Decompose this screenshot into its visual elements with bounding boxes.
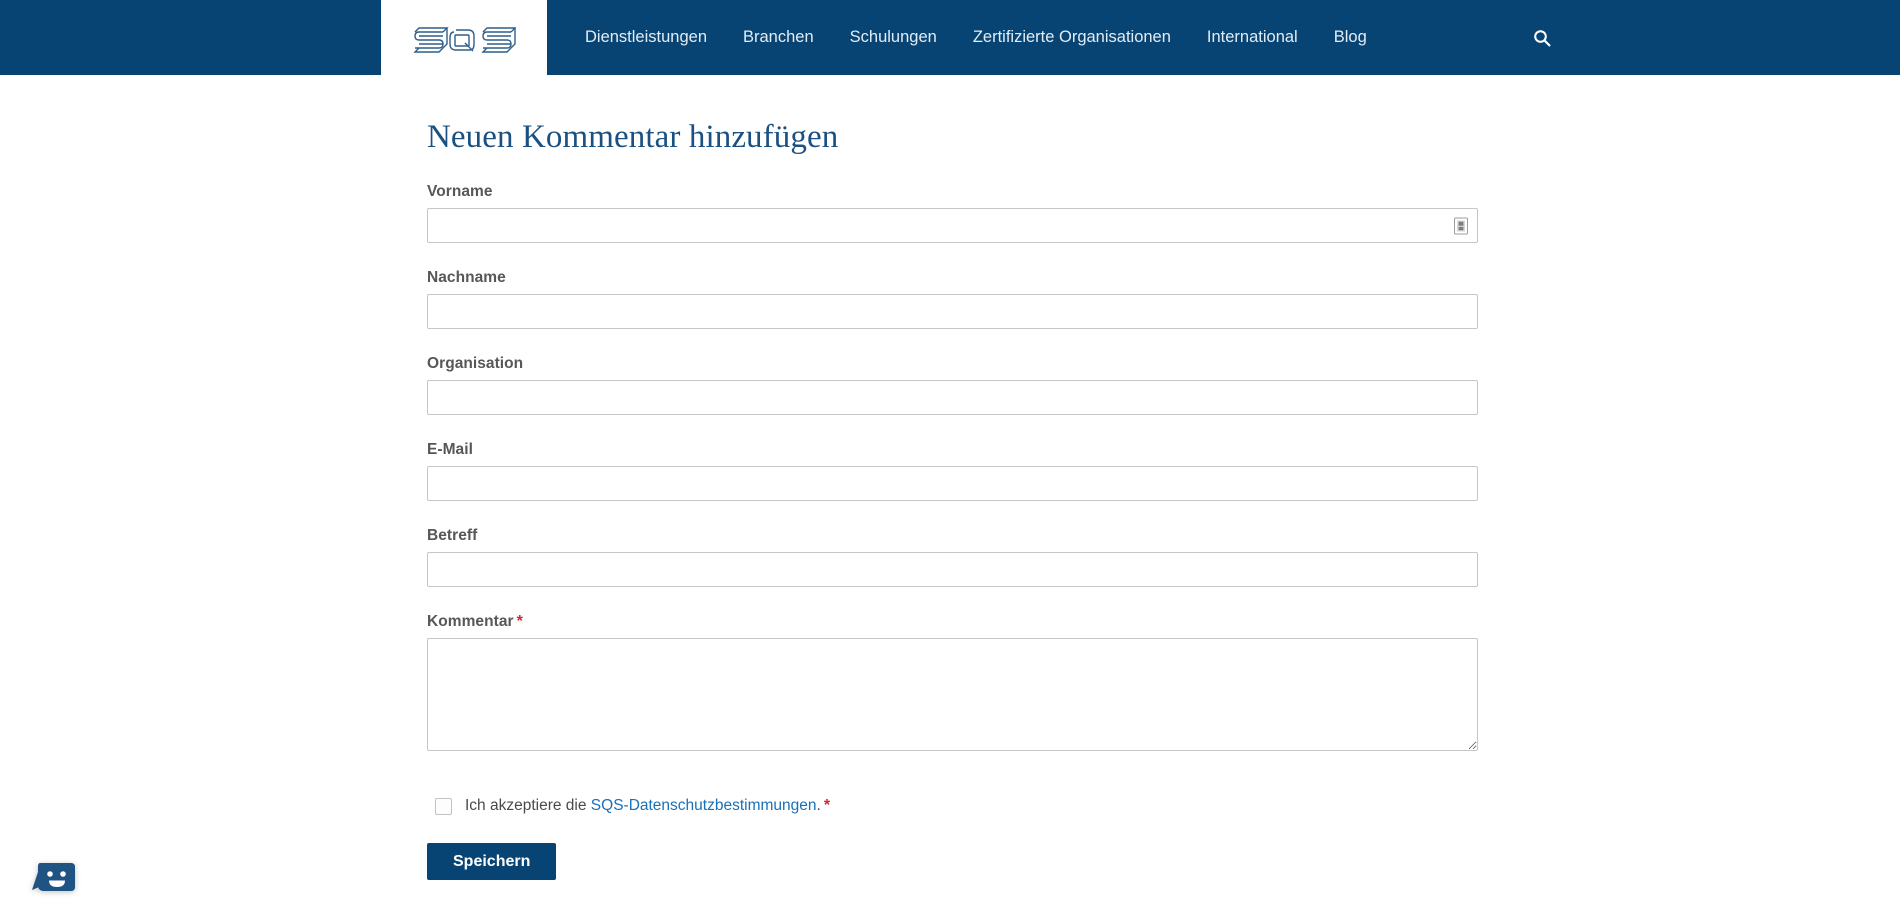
field-betreff: Betreff (427, 527, 1478, 587)
nav-item-branchen[interactable]: Branchen (725, 29, 832, 46)
betreff-input[interactable] (427, 552, 1478, 587)
label-nachname: Nachname (427, 269, 506, 286)
nav-item-international[interactable]: International (1189, 29, 1316, 46)
nav-item-dienstleistungen[interactable]: Dienstleistungen (567, 29, 725, 46)
label-kommentar: Kommentar * (427, 613, 1478, 631)
organisation-input[interactable] (427, 380, 1478, 415)
site-header: Dienstleistungen Branchen Schulungen Zer… (0, 0, 1900, 92)
nav-item-zertifizierte-organisationen[interactable]: Zertifizierte Organisationen (955, 29, 1189, 46)
consent-text-after: . (816, 797, 821, 814)
privacy-policy-link[interactable]: SQS-Datenschutzbestimmungen (591, 797, 817, 814)
vorname-input-wrapper (427, 208, 1478, 243)
label-vorname: Vorname (427, 183, 493, 200)
label-betreff: Betreff (427, 527, 478, 544)
field-email: E-Mail (427, 441, 1478, 501)
comment-form: Vorname Nachname Organisation E-Mail Bet… (427, 183, 1478, 880)
chat-smiley-icon (32, 863, 75, 891)
nav-item-blog[interactable]: Blog (1316, 29, 1385, 46)
header-left-spacer (0, 0, 381, 75)
label-email: E-Mail (427, 441, 473, 458)
page-title: Neuen Kommentar hinzufügen (427, 119, 839, 155)
field-vorname: Vorname (427, 183, 1478, 243)
vorname-input[interactable] (427, 208, 1478, 243)
search-button[interactable] (1525, 21, 1559, 55)
privacy-consent-checkbox[interactable] (435, 797, 452, 815)
consent-row: Ich akzeptiere die SQS-Datenschutzbestim… (427, 797, 1478, 815)
sqs-logo-icon (413, 27, 516, 53)
label-kommentar-text: Kommentar (427, 613, 514, 630)
kommentar-required-marker: * (516, 613, 523, 630)
consent-text-before: Ich akzeptiere die (465, 797, 591, 814)
autofill-icon[interactable] (1454, 217, 1468, 234)
nachname-input[interactable] (427, 294, 1478, 329)
chat-widget-button[interactable] (31, 857, 77, 903)
primary-navigation: Dienstleistungen Branchen Schulungen Zer… (547, 0, 1559, 75)
kommentar-textarea[interactable] (427, 638, 1478, 751)
nav-item-schulungen[interactable]: Schulungen (832, 29, 955, 46)
field-nachname: Nachname (427, 269, 1478, 329)
consent-text: Ich akzeptiere die SQS-Datenschutzbestim… (465, 797, 830, 815)
consent-required-marker: * (823, 797, 831, 814)
label-organisation: Organisation (427, 355, 524, 372)
field-organisation: Organisation (427, 355, 1478, 415)
field-kommentar: Kommentar * (427, 613, 1478, 751)
email-input[interactable] (427, 466, 1478, 501)
save-button[interactable]: Speichern (427, 843, 557, 880)
sqs-logo[interactable] (381, 0, 547, 92)
search-icon (1533, 29, 1551, 46)
